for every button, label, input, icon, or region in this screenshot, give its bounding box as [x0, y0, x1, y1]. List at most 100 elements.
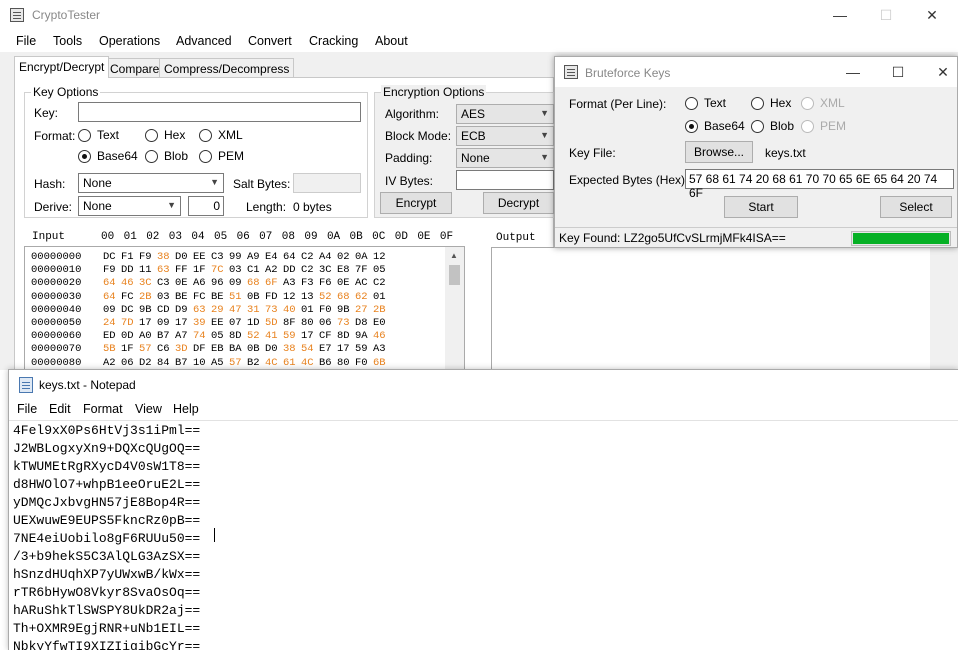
progress-fill	[853, 233, 949, 244]
hex-offset: 00000060	[31, 330, 82, 343]
text-line: rTR6bHywO8Vkyr8SvaOsOq==	[13, 585, 201, 600]
hex-byte: FC	[193, 290, 206, 303]
hex-byte: 27	[355, 303, 368, 316]
browse-button[interactable]: Browse...	[685, 141, 753, 163]
hex-byte: 12	[373, 251, 386, 263]
algorithm-select[interactable]: AES ▼	[456, 104, 554, 124]
hex-byte: 46	[121, 277, 134, 290]
encrypt-button[interactable]: Encrypt	[380, 192, 452, 214]
hex-row: 00000080 A2 06 D2 84 B7 10 A5 57 B2 4C 61 4C B6 80 F0 6B	[31, 357, 391, 369]
output-scrollbar[interactable]	[930, 247, 949, 370]
hex-byte: F0	[319, 303, 332, 316]
hex-byte: 31	[247, 303, 260, 316]
hex-byte: A3	[373, 343, 386, 356]
hex-byte: CD	[157, 303, 170, 316]
menu-about[interactable]: About	[375, 34, 408, 48]
hex-byte: 24	[103, 317, 116, 329]
bf-format-blob-radio[interactable]: Blob	[751, 119, 794, 133]
maximize-icon[interactable]: ☐	[871, 4, 901, 26]
hex-byte: 1F	[193, 264, 206, 277]
hex-byte: E0	[373, 317, 386, 329]
hex-row: 00000020 64 46 3C C3 0E A6 96 09 68 6F A3 F3 F6 0E AC C2	[31, 277, 391, 289]
hex-byte: 64	[103, 277, 116, 290]
decrypt-button[interactable]: Decrypt	[483, 192, 554, 214]
hex-byte: EE	[211, 317, 224, 329]
hex-byte: 80	[301, 317, 314, 329]
format-pem-radio[interactable]: PEM	[199, 149, 244, 163]
menu-operations[interactable]: Operations	[99, 34, 160, 48]
bf-format-base64-radio[interactable]: Base64	[685, 119, 745, 133]
notepad-text-area[interactable]: 4Fel9xX0Ps6HtVj3s1iPml== J2WBLogxyXn9+DQX…	[9, 420, 958, 650]
close-icon[interactable]: ✕	[928, 61, 958, 83]
derive-select[interactable]: None ▼	[78, 196, 181, 216]
derive-number-input[interactable]: 0	[188, 196, 224, 216]
salt-bytes-input[interactable]	[293, 173, 361, 193]
hex-byte: C1	[247, 264, 260, 277]
close-icon[interactable]: ✕	[917, 4, 947, 26]
tab-encrypt-decrypt[interactable]: Encrypt/Decrypt	[14, 56, 110, 78]
input-hex-view[interactable]: 00000000 DC F1 F9 38 D0 EE C3 99 A9 E4 64 C2 A4 02 0A 12…	[24, 246, 465, 370]
notepad-menu-format[interactable]: Format	[83, 402, 123, 416]
input-scrollbar[interactable]: ▲	[445, 247, 464, 369]
tab-compress-decompress[interactable]: Compress/Decompress	[159, 58, 295, 78]
bf-format-hex-radio[interactable]: Hex	[751, 96, 791, 110]
maximize-icon[interactable]: ☐	[883, 61, 913, 83]
hex-byte: 03	[157, 290, 170, 303]
select-button[interactable]: Select	[880, 196, 952, 218]
notepad-menu-bar: File Edit Format View Help	[9, 400, 958, 420]
hash-label: Hash:	[34, 177, 66, 191]
output-hex-view[interactable]	[491, 247, 933, 370]
hex-byte: FD	[265, 290, 278, 303]
hex-byte: 9B	[337, 303, 350, 316]
bf-format-xml-radio[interactable]: XML	[801, 96, 845, 110]
format-xml-radio[interactable]: XML	[199, 128, 243, 142]
format-hex-radio[interactable]: Hex	[145, 128, 185, 142]
start-button[interactable]: Start	[724, 196, 798, 218]
format-base64-radio[interactable]: Base64	[78, 149, 138, 163]
notepad-menu-file[interactable]: File	[17, 402, 37, 416]
menu-convert[interactable]: Convert	[248, 34, 292, 48]
hex-byte: 7C	[211, 264, 224, 277]
hex-byte: C2	[301, 251, 314, 263]
text-line: d8HWOlO7+whpB1eeOruE2L==	[13, 477, 201, 492]
minimize-icon[interactable]: —	[825, 4, 855, 26]
menu-tools[interactable]: Tools	[53, 34, 82, 48]
hex-byte: 17	[139, 317, 152, 329]
hex-byte: 4C	[265, 356, 278, 369]
text-line: 7NE4eiUobilo8gF6RUUu50==	[13, 531, 201, 546]
hash-select[interactable]: None ▼	[78, 173, 224, 193]
hex-byte: 63	[193, 303, 206, 316]
block-mode-select[interactable]: ECB ▼	[456, 126, 554, 146]
notepad-title: keys.txt - Notepad	[39, 378, 136, 392]
format-text-radio[interactable]: Text	[78, 128, 119, 142]
hex-column-label: 0F	[439, 231, 454, 243]
algorithm-label: Algorithm:	[385, 107, 440, 121]
hex-byte: 41	[265, 330, 278, 343]
iv-bytes-input[interactable]	[456, 170, 554, 190]
hex-byte: F6	[319, 277, 332, 290]
menu-bar: File Tools Operations Advanced Convert C…	[0, 30, 958, 52]
tab-compare[interactable]: Compare	[105, 58, 165, 78]
bf-format-text-radio[interactable]: Text	[685, 96, 726, 110]
format-blob-radio[interactable]: Blob	[145, 149, 188, 163]
expected-bytes-input[interactable]: 57 68 61 74 20 68 61 70 70 65 6E 65 64 2…	[685, 169, 954, 200]
menu-cracking[interactable]: Cracking	[309, 34, 358, 48]
hex-byte: 51	[229, 290, 242, 303]
notepad-menu-edit[interactable]: Edit	[49, 402, 71, 416]
notepad-menu-help[interactable]: Help	[173, 402, 199, 416]
notepad-title-bar: keys.txt - Notepad	[9, 370, 958, 400]
notepad-menu-view[interactable]: View	[135, 402, 162, 416]
hex-byte: B7	[175, 356, 188, 369]
padding-select[interactable]: None ▼	[456, 148, 554, 168]
menu-advanced[interactable]: Advanced	[176, 34, 232, 48]
key-input[interactable]	[78, 102, 361, 122]
hex-byte: E4	[265, 251, 278, 263]
menu-file[interactable]: File	[16, 34, 36, 48]
iv-bytes-label: IV Bytes:	[385, 174, 434, 188]
hex-byte: FC	[121, 290, 134, 303]
hex-byte: C3	[211, 251, 224, 263]
hex-byte: 52	[247, 330, 260, 343]
derive-label: Derive:	[34, 200, 73, 214]
bf-format-pem-radio[interactable]: PEM	[801, 119, 846, 133]
minimize-icon[interactable]: —	[838, 61, 868, 83]
